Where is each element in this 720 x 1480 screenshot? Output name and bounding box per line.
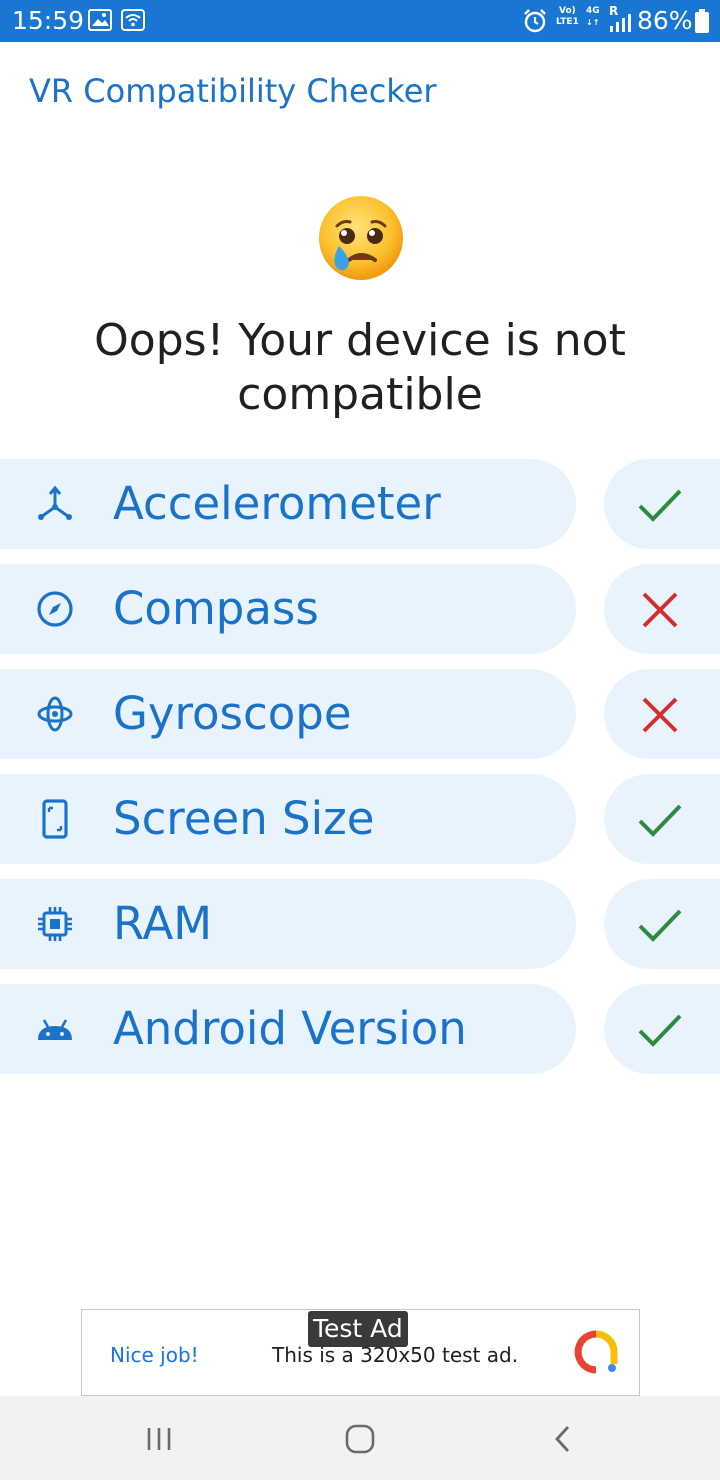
- status-time: 15:59: [12, 6, 85, 35]
- status-fail: [604, 564, 720, 654]
- headline: Oops! Your device is not compatible: [60, 314, 660, 422]
- check-row-gyroscope: Gyroscope: [0, 669, 720, 759]
- check-label: Android Version: [113, 1002, 467, 1055]
- check-label: RAM: [113, 897, 213, 950]
- network-volte: Vo): [559, 6, 576, 16]
- check-label: Gyroscope: [113, 687, 352, 740]
- check-icon: [638, 1014, 682, 1047]
- check-label: Screen Size: [113, 792, 375, 845]
- alarm-icon: [522, 8, 548, 38]
- status-pass: [604, 879, 720, 969]
- network-4g: 4G: [586, 6, 600, 16]
- check-row-screen-size: Screen Size: [0, 774, 720, 864]
- check-icon: [638, 489, 682, 522]
- check-row-android-version: Android Version: [0, 984, 720, 1074]
- image-icon: [88, 9, 112, 35]
- headline-line-1: Oops! Your device is not: [94, 315, 626, 366]
- check-label: Accelerometer: [113, 477, 441, 530]
- home-icon: [345, 1424, 375, 1454]
- recents-button[interactable]: [146, 1426, 174, 1456]
- check-row-compass: Compass: [0, 564, 720, 654]
- status-bar: 15:59 Vo) LTE1 4G ↓↑ R 86%: [0, 0, 720, 42]
- cross-icon: [642, 592, 678, 628]
- chip-icon: [34, 903, 76, 945]
- status-pass: [604, 984, 720, 1074]
- recents-icon: [147, 1428, 171, 1450]
- wifi-icon: [121, 9, 145, 35]
- android-icon: [34, 1008, 76, 1050]
- check-row-ram: RAM: [0, 879, 720, 969]
- network-indicator: Vo) LTE1: [556, 6, 579, 28]
- data-arrows-icon: ↓↑: [586, 18, 600, 27]
- check-row-accelerometer: Accelerometer: [0, 459, 720, 549]
- navigation-bar: [0, 1396, 720, 1480]
- check-pill: Gyroscope: [0, 669, 576, 759]
- check-pill: Screen Size: [0, 774, 576, 864]
- back-button[interactable]: [552, 1424, 572, 1458]
- check-pill: Compass: [0, 564, 576, 654]
- admob-logo-icon: [574, 1330, 618, 1378]
- status-pass: [604, 459, 720, 549]
- phone-screen-icon: [34, 798, 76, 840]
- compass-icon: [34, 588, 76, 630]
- check-icon: [638, 804, 682, 837]
- app-title: VR Compatibility Checker: [29, 72, 437, 110]
- axes-icon: [34, 483, 76, 525]
- check-pill: Android Version: [0, 984, 576, 1074]
- back-icon: [555, 1426, 570, 1452]
- signal-icon: [608, 14, 632, 36]
- crying-face-icon: [317, 194, 405, 282]
- headline-line-2: compatible: [237, 369, 483, 420]
- gyroscope-icon: [34, 693, 76, 735]
- network-type: 4G ↓↑: [586, 6, 600, 28]
- check-icon: [638, 909, 682, 942]
- status-pass: [604, 774, 720, 864]
- cross-icon: [642, 697, 678, 733]
- ad-cta[interactable]: Nice job!: [110, 1343, 199, 1367]
- battery-icon: [695, 9, 709, 37]
- check-label: Compass: [113, 582, 319, 635]
- check-pill: RAM: [0, 879, 576, 969]
- network-lte: LTE1: [556, 17, 579, 27]
- test-ad-badge: Test Ad: [308, 1311, 408, 1347]
- status-fail: [604, 669, 720, 759]
- battery-percent: 86%: [637, 6, 693, 35]
- home-button[interactable]: [345, 1424, 375, 1458]
- check-pill: Accelerometer: [0, 459, 576, 549]
